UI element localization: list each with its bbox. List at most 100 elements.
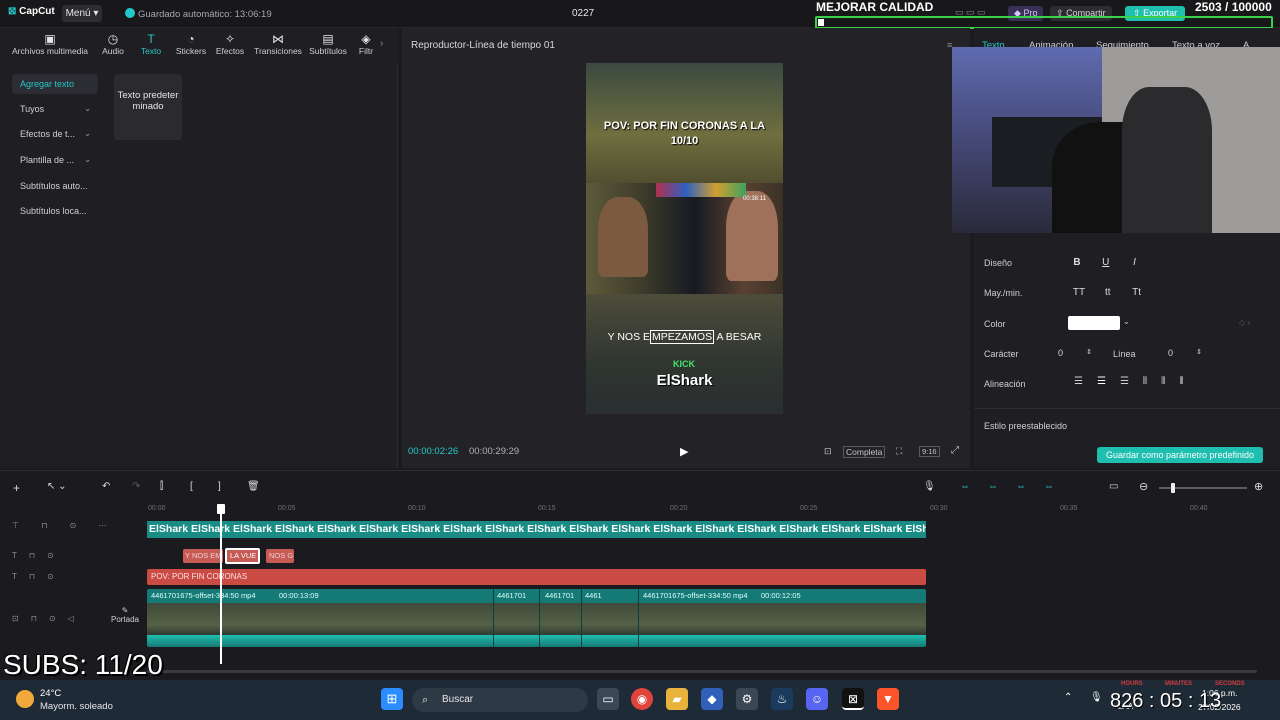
windows-taskbar: 24°C Mayorm. soleado ⊞ ⌕ Buscar ▭ ◉ ▰ ◆ …	[0, 680, 1280, 720]
timeline-scrollbar[interactable]	[147, 670, 1257, 673]
ratio-select[interactable]: 9:16	[919, 446, 940, 457]
text-clip[interactable]: Y NOS EM	[183, 549, 223, 563]
align-center-icon[interactable]: ☰	[1097, 376, 1120, 387]
split-icon[interactable]: ⫿	[160, 481, 163, 492]
titlecase-button[interactable]: Tt	[1128, 285, 1146, 301]
link-toggle-icons[interactable]: ⇔⇔⇔⇔	[960, 481, 1072, 492]
track-controls[interactable]: ⊤ ⊓ ⊙ ⋯	[12, 521, 117, 530]
media-toolbar: ▣ Archivos multimedia ◷ Audio T Texto ◔ Stic…	[0, 28, 398, 64]
taskbar-search[interactable]: ⌕ Buscar	[412, 688, 588, 712]
fit-icon[interactable]: ⊡	[824, 446, 832, 457]
uppercase-button[interactable]: TT	[1070, 285, 1088, 301]
zoom-slider[interactable]	[1159, 483, 1247, 493]
crop-icon[interactable]: ⛶	[896, 446, 902, 457]
brave-icon[interactable]: ▼	[877, 688, 899, 710]
chevron-up-icon[interactable]: ⌃	[1064, 692, 1072, 703]
caption-clip[interactable]: POV: POR FIN CORONAS	[147, 569, 926, 585]
video-clips[interactable]: 4461701675-offset-334:50 mp4 00:00:13:09…	[147, 589, 926, 647]
nav-add-text[interactable]: Agregar texto	[12, 74, 98, 94]
add-track-icon[interactable]: +	[13, 481, 20, 495]
total-time: 00:00:29:29	[469, 446, 520, 457]
play-icon[interactable]: ▶	[680, 445, 688, 458]
text-clip-selected[interactable]: LA VUE	[225, 548, 260, 564]
italic-button[interactable]: I	[1126, 255, 1144, 271]
save-preset-button[interactable]: Guardar como parámetro predefinido	[1097, 447, 1263, 463]
playhead-handle[interactable]	[217, 504, 225, 514]
discord-icon[interactable]: ☺	[806, 688, 828, 710]
nav-yours[interactable]: Tuyos ⌄	[12, 99, 98, 119]
weather-desc[interactable]: Mayorm. soleado	[40, 701, 113, 712]
capcut-logo-icon: ⊠	[8, 6, 17, 17]
cover-button[interactable]: ✎ Portada	[110, 606, 140, 624]
select-tool-icon[interactable]: ↖ ⌄	[47, 481, 67, 492]
undo-icon[interactable]: ↶	[102, 481, 110, 492]
nav-text-effects[interactable]: Efectos de t... ⌄	[12, 124, 98, 144]
align-right-icon[interactable]: ☰	[1120, 376, 1143, 387]
align-vertical-bottom-icon[interactable]: ⫴	[1179, 376, 1197, 387]
stepper-icon[interactable]: ⇕	[1086, 346, 1092, 360]
trim-left-icon[interactable]: [	[190, 481, 193, 492]
time-ruler[interactable]: 00:00 00:05 00:10 00:15 00:20 00:25 00:3…	[148, 501, 1268, 515]
redo-icon[interactable]: ↷	[132, 481, 140, 492]
tool-text[interactable]: T Texto	[136, 32, 166, 56]
chrome-icon[interactable]: ◉	[631, 688, 653, 710]
task-view-icon[interactable]: ▭	[597, 688, 619, 710]
zoom-slider-thumb[interactable]	[1171, 483, 1175, 493]
tool-audio[interactable]: ◷ Audio	[96, 32, 130, 56]
quality-select[interactable]: Completa	[843, 446, 886, 458]
tool-filters[interactable]: ◈ Filtr	[355, 32, 377, 56]
alignment-buttons[interactable]: ☰☰☰⫴⫴⫴	[1074, 376, 1198, 387]
fullscreen-icon[interactable]: ⤢	[951, 445, 959, 456]
person-right	[726, 191, 778, 281]
lowercase-button[interactable]: tt	[1099, 285, 1117, 301]
preview-axis-icon[interactable]: ▭	[1109, 481, 1118, 492]
underline-button[interactable]: U	[1097, 255, 1115, 271]
caption-selection[interactable]: MPEZAMOS	[650, 330, 715, 344]
tool-media[interactable]: ▣ Archivos multimedia	[8, 32, 92, 56]
chevron-right-icon[interactable]: ›	[380, 38, 383, 49]
steam-icon[interactable]: ♨	[771, 688, 793, 710]
start-windows-icon[interactable]: ⊞	[381, 688, 403, 710]
align-vertical-mid-icon[interactable]: ⫴	[1161, 376, 1179, 387]
nav-templates[interactable]: Plantilla de ... ⌄	[12, 150, 98, 170]
app-settings-icon[interactable]: ⚙	[736, 688, 758, 710]
player-title: Reproductor-Línea de tiempo 01	[411, 40, 555, 51]
bold-button[interactable]: B	[1068, 255, 1086, 271]
weather-temp[interactable]: 24°C	[40, 688, 61, 699]
video-track-controls[interactable]: ⊡⊓⊙◁	[12, 614, 86, 623]
tool-subtitles[interactable]: ▤ Subtítulos	[307, 32, 349, 56]
tool-transitions[interactable]: ⋈ Transiciones	[252, 32, 304, 56]
default-text-card[interactable]: Texto predeterminado	[114, 74, 182, 140]
menu-button[interactable]: Menú ▾	[62, 5, 102, 22]
app-diamond-icon[interactable]: ◆	[701, 688, 723, 710]
chevron-down-icon[interactable]: ⌄	[1123, 317, 1130, 326]
tray-mic-icon[interactable]: 🎙	[1090, 692, 1103, 703]
trim-right-icon[interactable]: ]	[218, 481, 221, 492]
character-spacing-input[interactable]: 0 ⇕	[1050, 346, 1096, 360]
playhead[interactable]	[220, 514, 222, 664]
align-left-icon[interactable]: ☰	[1074, 376, 1097, 387]
delete-icon[interactable]: 🗑	[247, 481, 260, 492]
color-swatch[interactable]	[1068, 316, 1120, 330]
align-vertical-top-icon[interactable]: ⫴	[1143, 376, 1161, 387]
tool-effects[interactable]: ✧ Efectos	[213, 32, 247, 56]
caption-track-controls[interactable]: T⊓⊙	[12, 572, 66, 581]
zoom-out-icon[interactable]: ⊖	[1139, 480, 1148, 493]
file-explorer-icon[interactable]: ▰	[666, 688, 688, 710]
keyframe-icon[interactable]: ◇ ›	[1239, 318, 1250, 327]
text-clip[interactable]: NOS G	[266, 549, 294, 563]
project-name[interactable]: 0227	[572, 8, 594, 19]
text-track-controls[interactable]: T⊓⊙	[12, 551, 66, 560]
nav-local-subtitles[interactable]: Subtítulos loca...	[12, 201, 98, 221]
stepper-icon[interactable]: ⇕	[1196, 346, 1202, 360]
watermark-clip[interactable]: ElShark ElShark ElShark ElShark ElShark …	[147, 521, 926, 538]
nav-auto-subtitles[interactable]: Subtítulos auto...	[12, 176, 98, 196]
line-spacing-input[interactable]: 0 ⇕	[1160, 346, 1206, 360]
countdown-clock: 826 : 05 : 13	[1110, 690, 1222, 712]
zoom-in-icon[interactable]: ⊕	[1254, 480, 1263, 493]
capcut-taskbar-icon[interactable]: ⊠	[842, 688, 864, 710]
video-preview[interactable]: POV: POR FIN CORONAS A LA 10/10 00:38:11…	[586, 63, 783, 414]
weather-sun-icon[interactable]	[16, 690, 34, 708]
tool-stickers[interactable]: ◔ Stickers	[172, 32, 210, 56]
microphone-icon[interactable]: 🎙	[923, 481, 936, 492]
